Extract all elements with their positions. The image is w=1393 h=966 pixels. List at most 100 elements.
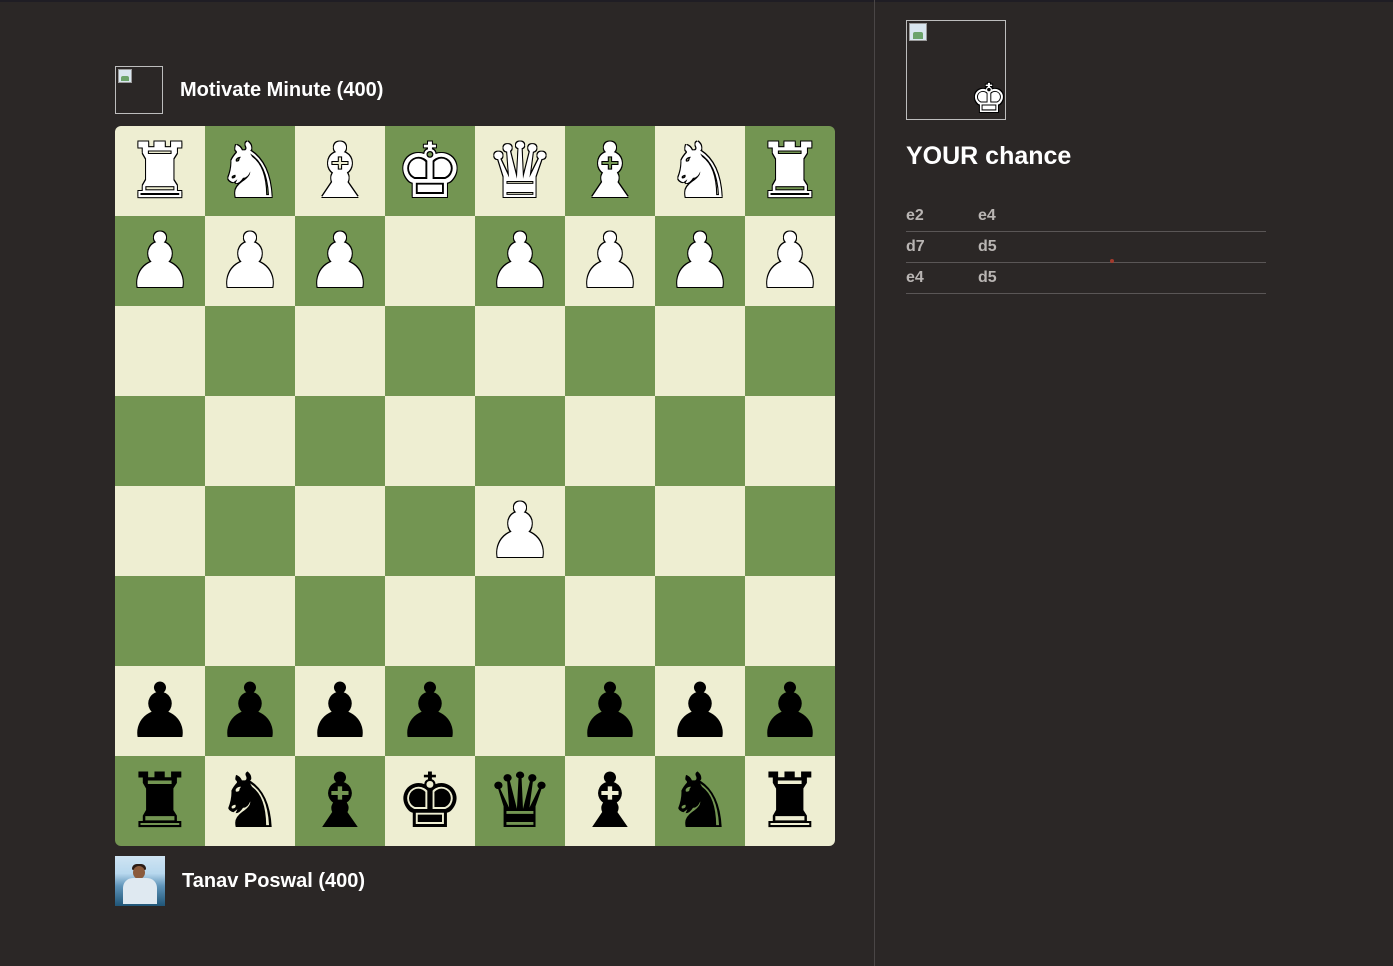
square-c4[interactable]	[565, 396, 655, 486]
white-rook-icon[interactable]: ♜	[756, 126, 824, 216]
square-f4[interactable]	[295, 396, 385, 486]
square-h6[interactable]	[115, 576, 205, 666]
square-b3[interactable]	[655, 306, 745, 396]
black-knight-icon[interactable]: ♞	[216, 756, 284, 846]
square-a1[interactable]: ♜	[745, 126, 835, 216]
black-rook-icon[interactable]: ♜	[756, 756, 824, 846]
black-pawn-icon[interactable]: ♟	[126, 666, 194, 756]
square-d8[interactable]: ♛	[475, 756, 565, 846]
square-e8[interactable]: ♚	[385, 756, 475, 846]
white-pawn-icon[interactable]: ♟	[306, 216, 374, 306]
black-queen-icon[interactable]: ♛	[486, 756, 554, 846]
square-g6[interactable]	[205, 576, 295, 666]
square-h3[interactable]	[115, 306, 205, 396]
square-d3[interactable]	[475, 306, 565, 396]
black-pawn-icon[interactable]: ♟	[666, 666, 734, 756]
white-queen-icon[interactable]: ♛	[486, 126, 554, 216]
white-king-icon: ♚	[971, 76, 1007, 122]
square-d4[interactable]	[475, 396, 565, 486]
square-a3[interactable]	[745, 306, 835, 396]
square-a8[interactable]: ♜	[745, 756, 835, 846]
chess-board[interactable]: ♜ ♞ ♝ ♚ ♛ ♝ ♞ ♜ ♟ ♟ ♟ ♟ ♟ ♟ ♟ ♟ ♟ ♟ ♟ ♟ ♟ ♟ ♟ ♜ ♞ ♝ ♚ ♛ ♝ ♞ ♜	[115, 126, 835, 846]
square-e7[interactable]: ♟	[385, 666, 475, 756]
square-e3[interactable]	[385, 306, 475, 396]
black-bishop-icon[interactable]: ♝	[306, 756, 374, 846]
square-g4[interactable]	[205, 396, 295, 486]
square-d6[interactable]	[475, 576, 565, 666]
square-c6[interactable]	[565, 576, 655, 666]
black-knight-icon[interactable]: ♞	[666, 756, 734, 846]
square-d5[interactable]: ♟	[475, 486, 565, 576]
square-e2[interactable]	[385, 216, 475, 306]
square-c1[interactable]: ♝	[565, 126, 655, 216]
black-pawn-icon[interactable]: ♟	[576, 666, 644, 756]
square-a6[interactable]	[745, 576, 835, 666]
square-b2[interactable]: ♟	[655, 216, 745, 306]
black-bishop-icon[interactable]: ♝	[576, 756, 644, 846]
white-knight-icon[interactable]: ♞	[666, 126, 734, 216]
black-pawn-icon[interactable]: ♟	[396, 666, 464, 756]
square-d2[interactable]: ♟	[475, 216, 565, 306]
square-a4[interactable]	[745, 396, 835, 486]
square-f8[interactable]: ♝	[295, 756, 385, 846]
black-pawn-icon[interactable]: ♟	[306, 666, 374, 756]
square-e5[interactable]	[385, 486, 475, 576]
square-f1[interactable]: ♝	[295, 126, 385, 216]
square-g1[interactable]: ♞	[205, 126, 295, 216]
turn-status: YOUR chance	[906, 142, 1072, 170]
black-king-icon[interactable]: ♚	[396, 756, 464, 846]
white-pawn-icon[interactable]: ♟	[576, 216, 644, 306]
square-h2[interactable]: ♟	[115, 216, 205, 306]
move-from: d7	[906, 238, 925, 255]
square-b8[interactable]: ♞	[655, 756, 745, 846]
square-h7[interactable]: ♟	[115, 666, 205, 756]
white-pawn-icon[interactable]: ♟	[756, 216, 824, 306]
square-h1[interactable]: ♜	[115, 126, 205, 216]
square-b7[interactable]: ♟	[655, 666, 745, 756]
square-g3[interactable]	[205, 306, 295, 396]
square-b5[interactable]	[655, 486, 745, 576]
black-pawn-icon[interactable]: ♟	[216, 666, 284, 756]
square-f7[interactable]: ♟	[295, 666, 385, 756]
square-e1[interactable]: ♚	[385, 126, 475, 216]
white-rook-icon[interactable]: ♜	[126, 126, 194, 216]
square-c3[interactable]	[565, 306, 655, 396]
square-e4[interactable]	[385, 396, 475, 486]
black-pawn-icon[interactable]: ♟	[756, 666, 824, 756]
white-king-icon[interactable]: ♚	[396, 126, 464, 216]
square-g2[interactable]: ♟	[205, 216, 295, 306]
square-h5[interactable]	[115, 486, 205, 576]
black-rook-icon[interactable]: ♜	[126, 756, 194, 846]
white-pawn-icon[interactable]: ♟	[486, 486, 554, 576]
square-b4[interactable]	[655, 396, 745, 486]
white-pawn-icon[interactable]: ♟	[126, 216, 194, 306]
square-d7[interactable]	[475, 666, 565, 756]
square-f6[interactable]	[295, 576, 385, 666]
square-h4[interactable]	[115, 396, 205, 486]
white-knight-icon[interactable]: ♞	[216, 126, 284, 216]
square-d1[interactable]: ♛	[475, 126, 565, 216]
square-b1[interactable]: ♞	[655, 126, 745, 216]
square-f2[interactable]: ♟	[295, 216, 385, 306]
square-h8[interactable]: ♜	[115, 756, 205, 846]
square-c7[interactable]: ♟	[565, 666, 655, 756]
square-c5[interactable]	[565, 486, 655, 576]
white-bishop-icon[interactable]: ♝	[576, 126, 644, 216]
square-f3[interactable]	[295, 306, 385, 396]
panel-divider	[874, 0, 875, 966]
square-f5[interactable]	[295, 486, 385, 576]
square-a2[interactable]: ♟	[745, 216, 835, 306]
square-e6[interactable]	[385, 576, 475, 666]
square-c8[interactable]: ♝	[565, 756, 655, 846]
white-pawn-icon[interactable]: ♟	[666, 216, 734, 306]
square-g8[interactable]: ♞	[205, 756, 295, 846]
white-pawn-icon[interactable]: ♟	[486, 216, 554, 306]
square-b6[interactable]	[655, 576, 745, 666]
square-a5[interactable]	[745, 486, 835, 576]
square-g5[interactable]	[205, 486, 295, 576]
square-a7[interactable]: ♟	[745, 666, 835, 756]
white-pawn-icon[interactable]: ♟	[216, 216, 284, 306]
square-c2[interactable]: ♟	[565, 216, 655, 306]
square-g7[interactable]: ♟	[205, 666, 295, 756]
white-bishop-icon[interactable]: ♝	[306, 126, 374, 216]
